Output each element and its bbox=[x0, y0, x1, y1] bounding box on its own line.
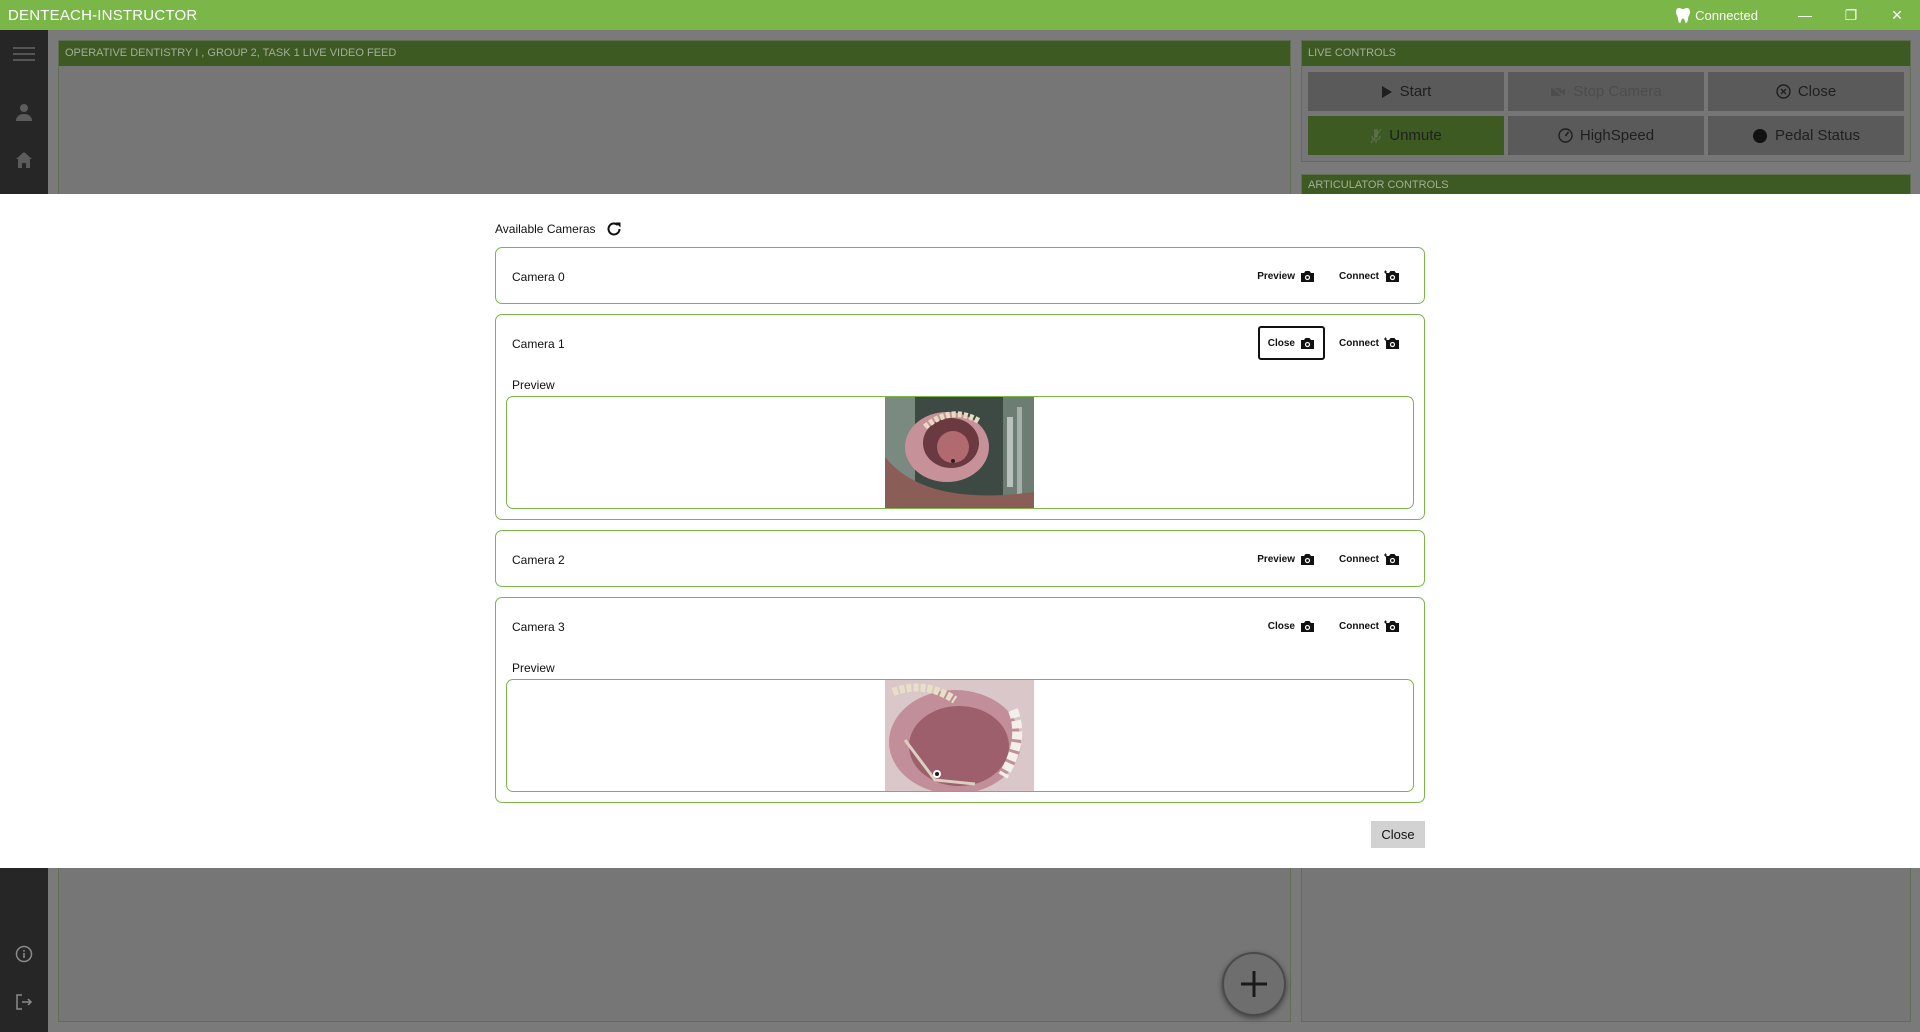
live-controls-title: LIVE CONTROLS bbox=[1302, 41, 1910, 66]
close-stream-button[interactable]: Close bbox=[1708, 72, 1904, 111]
connect-button-label: Connect bbox=[1339, 270, 1379, 282]
stop-camera-button[interactable]: Stop Camera bbox=[1508, 72, 1704, 111]
camera-icon bbox=[1301, 270, 1314, 282]
preview-button[interactable]: Preview bbox=[1247, 259, 1325, 293]
speedometer-icon bbox=[1558, 128, 1573, 143]
tooth-icon bbox=[1676, 8, 1691, 23]
camera-add-icon bbox=[1384, 337, 1399, 349]
close-dialog-button[interactable]: Close bbox=[1371, 821, 1425, 848]
camera-selection-dialog: Available Cameras Camera 0 Preview Conne… bbox=[0, 194, 1920, 868]
camera-preview-frame bbox=[506, 396, 1414, 509]
connection-status-label: Connected bbox=[1695, 7, 1758, 23]
camera-card: Camera 0 Preview Connect bbox=[495, 247, 1425, 304]
preview-label: Preview bbox=[512, 378, 555, 392]
user-icon[interactable] bbox=[12, 100, 36, 124]
unmute-button[interactable]: Unmute bbox=[1308, 116, 1504, 155]
close-preview-button[interactable]: Close bbox=[1257, 326, 1325, 360]
connect-button-label: Connect bbox=[1339, 620, 1379, 632]
preview-button-label: Preview bbox=[1257, 270, 1295, 282]
camera-icon bbox=[1301, 553, 1314, 565]
close-window-button[interactable]: ✕ bbox=[1874, 0, 1920, 30]
connect-button[interactable]: Connect bbox=[1329, 609, 1410, 643]
title-bar: DENTEACH-INSTRUCTOR Connected — ❐ ✕ bbox=[0, 0, 1920, 30]
pedal-status-button[interactable]: Pedal Status bbox=[1708, 116, 1904, 155]
plus-icon bbox=[1241, 971, 1267, 997]
connect-button-label: Connect bbox=[1339, 337, 1379, 349]
status-dot-icon bbox=[1752, 128, 1767, 143]
app-title: DENTEACH-INSTRUCTOR bbox=[8, 6, 198, 24]
video-feed-title: OPERATIVE DENTISTRY I , GROUP 2, TASK 1 … bbox=[59, 41, 1290, 66]
camera-preview-image bbox=[885, 397, 1034, 508]
camera-off-icon bbox=[1550, 85, 1566, 98]
camera-card: Camera 3 Close Connect Preview bbox=[495, 597, 1425, 803]
menu-icon[interactable] bbox=[12, 42, 36, 66]
live-controls-panel: LIVE CONTROLS Start Stop Camera Close Un… bbox=[1301, 40, 1911, 162]
refresh-icon[interactable] bbox=[605, 220, 623, 238]
unmute-button-label: Unmute bbox=[1389, 127, 1442, 144]
start-button[interactable]: Start bbox=[1308, 72, 1504, 111]
close-preview-button-label: Close bbox=[1267, 337, 1295, 349]
camera-name: Camera 2 bbox=[512, 553, 565, 567]
restore-button[interactable]: ❐ bbox=[1828, 0, 1874, 30]
minimize-button[interactable]: — bbox=[1782, 0, 1828, 30]
camera-name: Camera 0 bbox=[512, 270, 565, 284]
camera-add-icon bbox=[1384, 620, 1399, 632]
connect-button[interactable]: Connect bbox=[1329, 326, 1410, 360]
preview-label: Preview bbox=[512, 661, 555, 675]
connection-status: Connected bbox=[1676, 7, 1758, 23]
camera-card: Camera 2 Preview Connect bbox=[495, 530, 1425, 587]
available-cameras-header: Available Cameras bbox=[495, 220, 623, 238]
preview-button-label: Preview bbox=[1257, 553, 1295, 565]
camera-name: Camera 3 bbox=[512, 620, 565, 634]
stop-camera-button-label: Stop Camera bbox=[1573, 83, 1662, 100]
articulator-controls-title: ARTICULATOR CONTROLS bbox=[1302, 175, 1910, 195]
connect-button[interactable]: Connect bbox=[1329, 542, 1410, 576]
camera-card: Camera 1 Close Connect Preview bbox=[495, 314, 1425, 520]
close-preview-button[interactable]: Close bbox=[1258, 609, 1325, 643]
logout-icon[interactable] bbox=[12, 990, 36, 1014]
camera-add-icon bbox=[1384, 270, 1399, 282]
close-preview-button-label: Close bbox=[1267, 620, 1295, 632]
highspeed-button-label: HighSpeed bbox=[1579, 127, 1655, 144]
camera-icon bbox=[1301, 620, 1314, 632]
available-cameras-label: Available Cameras bbox=[495, 222, 596, 236]
start-button-label: Start bbox=[1399, 83, 1432, 100]
camera-icon bbox=[1301, 337, 1314, 349]
pedal-status-button-label: Pedal Status bbox=[1774, 127, 1861, 144]
preview-button[interactable]: Preview bbox=[1247, 542, 1325, 576]
camera-preview-image bbox=[885, 680, 1034, 791]
camera-add-icon bbox=[1384, 553, 1399, 565]
info-icon[interactable] bbox=[12, 942, 36, 966]
camera-preview-frame bbox=[506, 679, 1414, 792]
add-button[interactable] bbox=[1222, 952, 1286, 1016]
close-stream-button-label: Close bbox=[1797, 83, 1837, 100]
mic-off-icon bbox=[1370, 128, 1382, 143]
connect-button-label: Connect bbox=[1339, 553, 1379, 565]
highspeed-button[interactable]: HighSpeed bbox=[1508, 116, 1704, 155]
play-icon bbox=[1381, 85, 1392, 98]
camera-name: Camera 1 bbox=[512, 337, 565, 351]
close-circle-icon bbox=[1776, 84, 1791, 99]
connect-button[interactable]: Connect bbox=[1329, 259, 1410, 293]
home-icon[interactable] bbox=[12, 148, 36, 172]
